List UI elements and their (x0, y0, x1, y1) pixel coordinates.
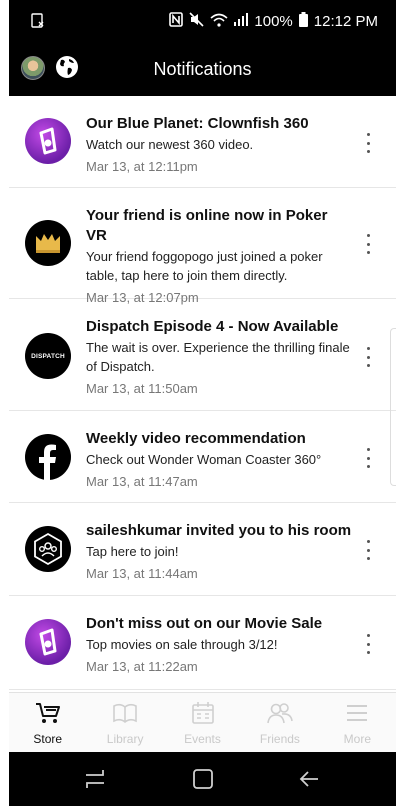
notification-item[interactable]: DISPATCH Dispatch Episode 4 - Now Availa… (9, 299, 396, 411)
wifi-icon (210, 13, 228, 31)
page-title: Notifications (153, 59, 252, 79)
notification-content: Don't miss out on our Movie Sale Top mov… (86, 614, 352, 676)
tab-events[interactable]: Events (164, 693, 241, 752)
tab-library[interactable]: Library (86, 693, 163, 752)
system-nav-bar (9, 752, 396, 806)
facebook-icon (25, 434, 71, 480)
tab-friends[interactable]: Friends (241, 693, 318, 752)
notification-title: Dispatch Episode 4 - Now Available (86, 318, 339, 335)
more-options-icon[interactable] (360, 540, 376, 560)
notification-title: Our Blue Planet: Clownfish 360 (86, 115, 309, 132)
oculus-icon (25, 118, 71, 164)
battery-label: 100% (254, 13, 293, 30)
notification-content: Your friend is online now in Poker VR Yo… (86, 206, 352, 307)
notification-item[interactable]: Our Blue Planet: Clownfish 360 Watch our… (9, 96, 396, 188)
notification-item[interactable]: saileshkumar invited you to his room Tap… (9, 503, 396, 596)
notification-time: Mar 13, at 11:44am (86, 566, 198, 581)
party-icon (25, 526, 71, 572)
calendar-icon (191, 702, 214, 724)
notification-time: Mar 13, at 11:50am (86, 381, 198, 396)
notification-content: saileshkumar invited you to his room Tap… (86, 521, 352, 583)
friends-icon (267, 703, 293, 724)
tab-label: Friends (259, 732, 300, 746)
clock: 12:12 PM (313, 13, 378, 30)
notification-text: Tap here to join! (86, 544, 179, 559)
more-options-icon[interactable] (360, 133, 376, 153)
tab-label: Library (106, 732, 144, 746)
notification-item[interactable]: Weekly video recommendation Check out Wo… (9, 411, 396, 503)
oculus-icon (25, 619, 71, 665)
notification-text: Watch our newest 360 video. (86, 137, 254, 152)
dispatch-logo-text: DISPATCH (31, 352, 65, 360)
mute-icon (189, 12, 204, 31)
more-options-icon[interactable] (360, 347, 376, 367)
more-options-icon[interactable] (360, 634, 376, 654)
notification-content: Dispatch Episode 4 - Now Available The w… (86, 317, 352, 398)
menu-icon (347, 705, 368, 721)
book-icon (113, 703, 137, 724)
scroll-indicator[interactable] (390, 328, 396, 486)
back-icon[interactable] (297, 767, 321, 791)
notification-content: Our Blue Planet: Clownfish 360 Watch our… (86, 114, 352, 176)
app-header: Notifications (9, 44, 396, 96)
app-frame: 100% 12:12 PM Notifications Our Blue Pla… (9, 0, 396, 812)
recent-apps-icon[interactable] (83, 767, 107, 791)
crown-icon (25, 220, 71, 266)
notification-item[interactable]: Your friend is online now in Poker VR Yo… (9, 188, 396, 305)
notification-time: Mar 13, at 11:22am (86, 659, 198, 674)
notification-title: Your friend is online now in Poker VR (86, 207, 328, 244)
cart-icon (35, 703, 60, 723)
more-options-icon[interactable] (360, 448, 376, 468)
notification-text: Check out Wonder Woman Coaster 360° (86, 452, 322, 467)
notification-title: Don't miss out on our Movie Sale (86, 615, 323, 632)
status-bar: 100% 12:12 PM (9, 0, 396, 44)
status-indicators: 100% 12:12 PM (169, 12, 378, 31)
tab-label: Events (184, 732, 221, 746)
dispatch-icon: DISPATCH (25, 333, 71, 379)
tab-more[interactable]: More (319, 693, 396, 752)
tab-store[interactable]: Store (9, 693, 86, 752)
home-icon[interactable] (191, 767, 215, 791)
tab-label: More (343, 732, 371, 746)
notification-title: saileshkumar invited you to his room (86, 522, 352, 539)
signal-icon (234, 13, 249, 30)
notification-content: Weekly video recommendation Check out Wo… (86, 429, 352, 491)
notification-time: Mar 13, at 12:11pm (86, 159, 198, 174)
notification-text: Top movies on sale through 3/12! (86, 637, 278, 652)
tab-label: Store (33, 732, 63, 746)
notification-time: Mar 13, at 11:47am (86, 474, 198, 489)
battery-icon (298, 12, 308, 31)
bottom-tab-bar: Store Library Events Friends More (9, 692, 396, 752)
notification-title: Weekly video recommendation (86, 430, 306, 447)
sim-icon (31, 13, 45, 32)
notification-text: The wait is over. Experience the thrilli… (86, 340, 350, 374)
more-options-icon[interactable] (360, 234, 376, 254)
notification-list[interactable]: Our Blue Planet: Clownfish 360 Watch our… (9, 96, 396, 692)
notification-item[interactable]: Don't miss out on our Movie Sale Top mov… (9, 596, 396, 690)
nfc-icon (169, 12, 184, 31)
notification-text: Your friend foggopogo just joined a poke… (86, 249, 323, 283)
